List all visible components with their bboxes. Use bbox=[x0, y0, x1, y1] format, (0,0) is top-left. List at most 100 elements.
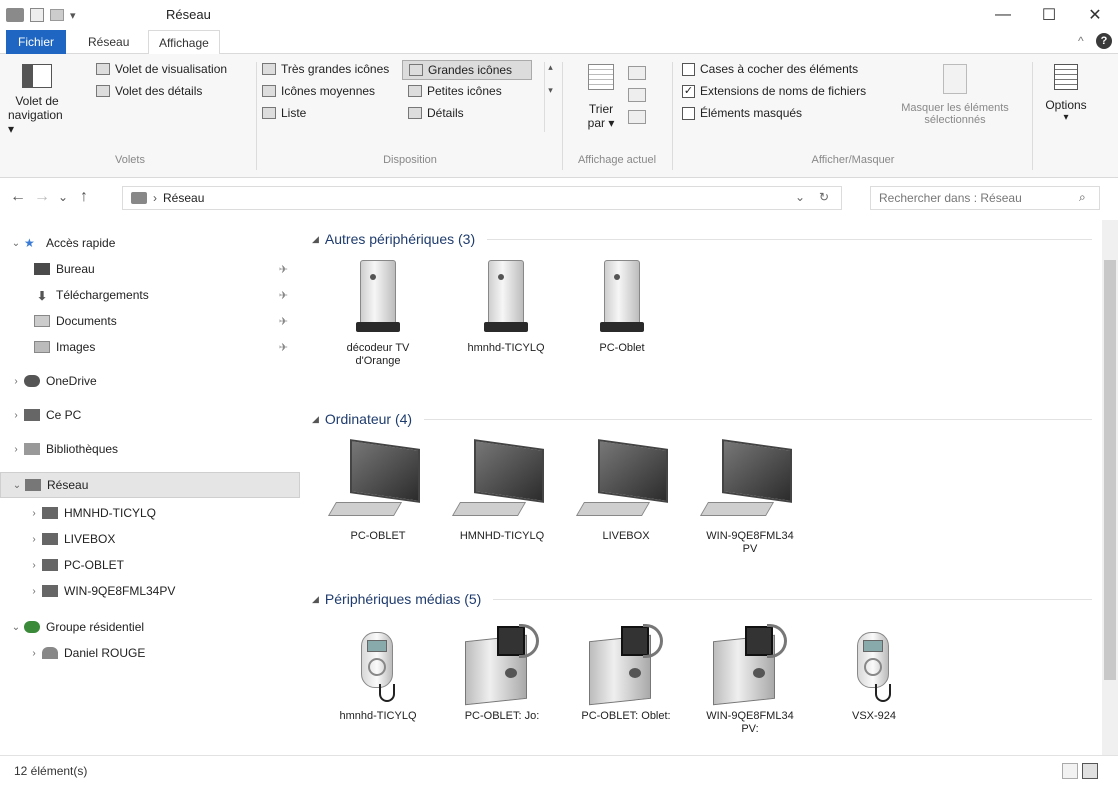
collapsed-caret-icon[interactable]: › bbox=[26, 508, 42, 519]
collapse-group-icon[interactable]: ◢ bbox=[312, 414, 319, 425]
device-tile[interactable]: décodeur TV d'Orange bbox=[318, 260, 438, 368]
nav-item-images[interactable]: Images ✈ bbox=[0, 334, 300, 360]
recent-locations-button[interactable]: ⌄ bbox=[58, 190, 68, 204]
gallery-scroll-up-icon[interactable]: ▴ bbox=[548, 62, 553, 73]
hide-selected-button[interactable]: Masquer les éléments sélectionnés bbox=[880, 60, 1030, 146]
layout-list[interactable]: Liste bbox=[262, 106, 306, 120]
hidden-items-checkbox[interactable] bbox=[682, 106, 695, 120]
add-columns-icon[interactable] bbox=[628, 88, 646, 102]
collapsed-caret-icon[interactable]: › bbox=[8, 376, 24, 387]
large-icons-view-icon[interactable] bbox=[1082, 763, 1098, 779]
details-view-icon[interactable] bbox=[1062, 763, 1078, 779]
breadcrumb-reseau[interactable]: Réseau bbox=[163, 191, 204, 205]
layout-extra-large-icons[interactable]: Très grandes icônes bbox=[262, 62, 389, 76]
address-dropdown-icon[interactable]: ⌄ bbox=[795, 190, 805, 204]
nav-item-bibliotheques[interactable]: › Bibliothèques bbox=[0, 436, 300, 462]
minimize-button[interactable]: — bbox=[980, 0, 1026, 30]
nav-item-hmnhd-ticylq[interactable]: › HMNHD-TICYLQ bbox=[0, 500, 300, 526]
pin-icon[interactable]: ✈ bbox=[279, 289, 288, 302]
media-device-tile[interactable]: WIN-9QE8FML34 PV: bbox=[690, 624, 810, 736]
search-icon[interactable]: ⌕ bbox=[1079, 190, 1086, 205]
collapsed-caret-icon[interactable]: › bbox=[26, 648, 42, 659]
expanded-caret-icon[interactable]: ⌄ bbox=[9, 480, 25, 491]
nav-item-bureau[interactable]: Bureau ✈ bbox=[0, 256, 300, 282]
layout-details[interactable]: Détails bbox=[408, 106, 464, 120]
layout-small-icons[interactable]: Petites icônes bbox=[408, 84, 502, 98]
layout-medium-icons[interactable]: Icônes moyennes bbox=[262, 84, 375, 98]
collapsed-caret-icon[interactable]: › bbox=[8, 444, 24, 455]
address-bar[interactable]: › Réseau ⌄ ↻ bbox=[122, 186, 842, 210]
forward-button[interactable]: → bbox=[34, 188, 50, 206]
ribbon-separator bbox=[1032, 62, 1033, 170]
collapsed-caret-icon[interactable]: › bbox=[26, 560, 42, 571]
file-extensions-checkbox[interactable]: ✓ bbox=[682, 84, 695, 98]
nav-item-reseau[interactable]: ⌄ Réseau bbox=[0, 472, 300, 498]
close-button[interactable]: ✕ bbox=[1072, 0, 1118, 30]
breadcrumb-separator-icon[interactable]: › bbox=[153, 191, 157, 205]
item-checkboxes-checkbox[interactable] bbox=[682, 62, 695, 76]
media-device-tile[interactable]: VSX-924 bbox=[814, 624, 934, 723]
media-device-tile[interactable]: PC-OBLET: Jo: bbox=[442, 624, 562, 723]
tab-fichier[interactable]: Fichier bbox=[6, 30, 66, 54]
collapse-ribbon-button[interactable]: ^ bbox=[1078, 34, 1084, 48]
group-by-icon[interactable] bbox=[628, 66, 646, 80]
user-icon bbox=[42, 647, 58, 659]
hidden-items-toggle[interactable]: Éléments masqués bbox=[682, 106, 802, 120]
sort-by-button[interactable]: Trier par ▾ bbox=[576, 60, 626, 146]
computer-tile[interactable]: WIN-9QE8FML34 PV bbox=[690, 439, 810, 556]
pin-icon[interactable]: ✈ bbox=[279, 315, 288, 328]
nav-item-telechargements[interactable]: ⬇ Téléchargements ✈ bbox=[0, 282, 300, 308]
nav-item-quick-access[interactable]: ⌄ ★ Accès rapide bbox=[0, 230, 300, 256]
nav-item-daniel-rouge[interactable]: › Daniel ROUGE bbox=[0, 640, 300, 666]
pin-icon[interactable]: ✈ bbox=[279, 263, 288, 276]
computer-tile[interactable]: PC-OBLET bbox=[318, 439, 438, 543]
item-checkboxes-toggle[interactable]: Cases à cocher des éléments bbox=[682, 62, 858, 76]
group-header[interactable]: ◢ Autres périphériques (3) bbox=[312, 228, 1092, 250]
file-extensions-toggle[interactable]: ✓ Extensions de noms de fichiers bbox=[682, 84, 866, 98]
details-pane-button[interactable]: Volet des détails bbox=[96, 84, 202, 98]
device-tile[interactable]: PC-Oblet bbox=[562, 260, 682, 355]
new-folder-icon[interactable] bbox=[50, 9, 64, 21]
nav-item-onedrive[interactable]: › OneDrive bbox=[0, 368, 300, 394]
network-folder-icon[interactable] bbox=[6, 8, 24, 22]
expanded-caret-icon[interactable]: ⌄ bbox=[8, 238, 24, 249]
collapse-group-icon[interactable]: ◢ bbox=[312, 234, 319, 245]
nav-item-win-9qe8fml34pv[interactable]: › WIN-9QE8FML34PV bbox=[0, 578, 300, 604]
layout-large-icons[interactable]: Grandes icônes bbox=[402, 60, 532, 80]
up-button[interactable]: ↑ bbox=[80, 188, 88, 206]
qat-dropdown-icon[interactable]: ▾ bbox=[70, 9, 76, 22]
group-header[interactable]: ◢ Périphériques médias (5) bbox=[312, 588, 1092, 610]
maximize-button[interactable]: ☐ bbox=[1026, 0, 1072, 30]
computer-tile[interactable]: HMNHD-TICYLQ bbox=[442, 439, 562, 543]
tab-reseau[interactable]: Réseau bbox=[78, 30, 139, 54]
help-button[interactable]: ? bbox=[1096, 33, 1112, 49]
pin-icon[interactable]: ✈ bbox=[279, 341, 288, 354]
computer-tile[interactable]: LIVEBOX bbox=[566, 439, 686, 543]
gallery-scroll-down-icon[interactable]: ▾ bbox=[548, 85, 553, 96]
nav-item-documents[interactable]: Documents ✈ bbox=[0, 308, 300, 334]
options-button[interactable]: Options ▾ bbox=[1036, 60, 1096, 146]
tab-affichage[interactable]: Affichage bbox=[148, 30, 220, 55]
refresh-icon[interactable]: ↻ bbox=[819, 190, 829, 204]
nav-item-livebox[interactable]: › LIVEBOX bbox=[0, 526, 300, 552]
group-header[interactable]: ◢ Ordinateur (4) bbox=[312, 408, 1092, 430]
expanded-caret-icon[interactable]: ⌄ bbox=[8, 622, 24, 633]
preview-pane-button[interactable]: Volet de visualisation bbox=[96, 62, 227, 76]
navigation-pane-button[interactable]: Volet de navigation ▾ bbox=[8, 60, 66, 138]
nav-item-pc-oblet[interactable]: › PC-OBLET bbox=[0, 552, 300, 578]
collapse-group-icon[interactable]: ◢ bbox=[312, 594, 319, 605]
collapsed-caret-icon[interactable]: › bbox=[8, 410, 24, 421]
nav-item-ce-pc[interactable]: › Ce PC bbox=[0, 402, 300, 428]
nav-item-groupe-residentiel[interactable]: ⌄ Groupe résidentiel bbox=[0, 614, 300, 640]
properties-icon[interactable] bbox=[30, 8, 44, 22]
search-input[interactable]: Rechercher dans : Réseau ⌕ bbox=[870, 186, 1100, 210]
media-device-tile[interactable]: PC-OBLET: Oblet: bbox=[566, 624, 686, 723]
scrollbar-thumb[interactable] bbox=[1104, 260, 1116, 680]
layout-gallery-scroll[interactable]: ▴ ▾ bbox=[544, 62, 556, 132]
size-columns-icon[interactable] bbox=[628, 110, 646, 124]
collapsed-caret-icon[interactable]: › bbox=[26, 586, 42, 597]
back-button[interactable]: ← bbox=[10, 188, 26, 206]
device-tile[interactable]: hmnhd-TICYLQ bbox=[446, 260, 566, 355]
media-device-tile[interactable]: hmnhd-TICYLQ bbox=[318, 624, 438, 723]
collapsed-caret-icon[interactable]: › bbox=[26, 534, 42, 545]
